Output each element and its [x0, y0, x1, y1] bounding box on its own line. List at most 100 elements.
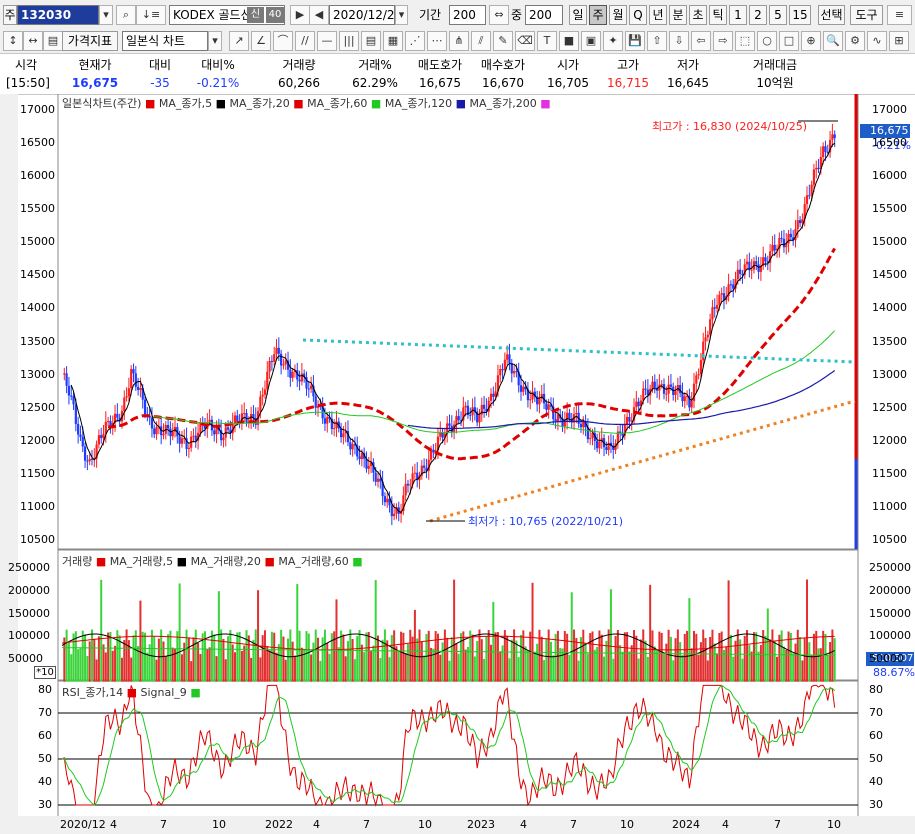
volume-bar: [130, 657, 133, 682]
prev-arrow-icon[interactable]: ◀: [309, 5, 329, 25]
period-button-2[interactable]: 월: [609, 5, 627, 25]
period-button-0[interactable]: 일: [569, 5, 587, 25]
rectangle-icon[interactable]: □: [779, 31, 799, 51]
volume-bar: [697, 655, 700, 682]
down-arrow-icon[interactable]: ⇩: [669, 31, 689, 51]
period-button-3[interactable]: Q: [629, 5, 647, 25]
candle-body: [409, 484, 412, 486]
candle-body: [789, 233, 792, 238]
pen-icon[interactable]: ✎: [493, 31, 513, 51]
channel-tool-icon[interactable]: //: [295, 31, 315, 51]
palette-icon[interactable]: ■: [559, 31, 579, 51]
volume-bar: [81, 630, 84, 682]
chart-type-select[interactable]: 일본식 차트: [122, 31, 208, 51]
date-dropdown-icon[interactable]: ▾: [395, 5, 408, 25]
sort-icon[interactable]: ↓≡: [136, 5, 166, 25]
next-arrow-icon[interactable]: ▶: [290, 5, 310, 25]
candle-body: [782, 238, 786, 248]
gann-icon[interactable]: ⋰: [405, 31, 425, 51]
candle-body: [506, 354, 509, 360]
volume-bar: [420, 641, 423, 682]
volume-bar: [97, 636, 100, 682]
text-tool-icon[interactable]: T: [537, 31, 557, 51]
line-tool-icon[interactable]: ↗: [229, 31, 249, 51]
period-button-10[interactable]: 5: [769, 5, 787, 25]
period-input[interactable]: 200: [449, 5, 486, 25]
period-button-8[interactable]: 1: [729, 5, 747, 25]
more-button[interactable]: 선택: [818, 5, 845, 25]
candle-body: [482, 404, 486, 409]
tools-button[interactable]: 도구: [850, 5, 883, 25]
price-panel: [57, 94, 859, 550]
up-arrow-icon[interactable]: ⇧: [647, 31, 667, 51]
price-chart[interactable]: [0, 94, 915, 834]
volume-bar: [769, 639, 772, 682]
memo-icon[interactable]: ▣: [581, 31, 601, 51]
volume-bar: [393, 630, 396, 682]
horizontal-line-icon[interactable]: —: [317, 31, 337, 51]
date-input[interactable]: 2020/12/28: [329, 5, 395, 25]
eraser-icon[interactable]: ⌫: [515, 31, 535, 51]
settings-icon[interactable]: ⚙: [845, 31, 865, 51]
cursor-icon[interactable]: ↕: [3, 31, 23, 51]
period-button-9[interactable]: 2: [749, 5, 767, 25]
period-button-5[interactable]: 분: [669, 5, 687, 25]
stamp-icon[interactable]: ✦: [603, 31, 623, 51]
candle-body: [690, 400, 693, 408]
volume-bar: [376, 635, 379, 682]
volume-bar: [210, 630, 213, 682]
pitchfork-icon[interactable]: ⋔: [449, 31, 469, 51]
candle-body: [259, 396, 262, 412]
price-right-tick-11: 11500: [872, 466, 907, 480]
vertical-line-icon[interactable]: |||: [339, 31, 359, 51]
left-arrow-icon[interactable]: ⇦: [691, 31, 711, 51]
right-arrow-icon[interactable]: ⇨: [713, 31, 733, 51]
code-input[interactable]: 132030: [17, 5, 99, 25]
candle-body: [236, 415, 239, 422]
candle-body: [732, 284, 735, 289]
indicator-list-icon[interactable]: ▤: [43, 31, 63, 51]
grid-icon[interactable]: ▦: [383, 31, 403, 51]
count-input[interactable]: 200: [525, 5, 563, 25]
candle-body: [529, 399, 532, 401]
circle-icon[interactable]: ○: [757, 31, 777, 51]
legend-volume: 거래량: [62, 555, 93, 568]
volume-bar: [67, 642, 70, 682]
candle-body: [715, 305, 719, 309]
cycle-icon[interactable]: ⋯: [427, 31, 447, 51]
compress-icon[interactable]: ⇔: [489, 5, 509, 25]
candle-body: [596, 440, 599, 449]
market-label[interactable]: 주: [3, 5, 17, 25]
volume-bar: [167, 634, 170, 682]
arc-tool-icon[interactable]: ⌒: [273, 31, 293, 51]
candle-body: [263, 389, 267, 395]
menu-icon[interactable]: ≡: [887, 5, 912, 25]
save-icon[interactable]: 💾: [625, 31, 645, 51]
zoom-icon[interactable]: ⊕: [801, 31, 821, 51]
period-button-6[interactable]: 초: [689, 5, 707, 25]
volume-bar: [533, 653, 536, 682]
candle-body: [277, 347, 280, 354]
magnify-icon[interactable]: 🔍: [823, 31, 843, 51]
candle-body: [547, 404, 550, 410]
chart-type-dropdown-icon[interactable]: ▾: [208, 31, 222, 51]
search-icon[interactable]: ⌕: [116, 5, 136, 25]
ruler-icon[interactable]: ⊞: [889, 31, 909, 51]
volume-bar: [65, 629, 68, 682]
period-button-1[interactable]: 주: [589, 5, 607, 25]
period-button-11[interactable]: 15: [789, 5, 811, 25]
candle-body: [70, 395, 73, 397]
speed-line-icon[interactable]: ⫽: [471, 31, 491, 51]
period-button-7[interactable]: 틱: [709, 5, 727, 25]
period-button-4[interactable]: 년: [649, 5, 667, 25]
code-dropdown-icon[interactable]: ▾: [99, 5, 113, 25]
fibonacci-icon[interactable]: ▤: [361, 31, 381, 51]
ray-tool-icon[interactable]: ∠: [251, 31, 271, 51]
fill-icon[interactable]: ⬚: [735, 31, 755, 51]
scroll-icon[interactable]: ↔: [23, 31, 43, 51]
wave-icon[interactable]: ∿: [867, 31, 887, 51]
volume-bar: [268, 650, 271, 682]
volume-bar: [646, 656, 649, 682]
candle-body: [139, 388, 142, 390]
price-indicator-button[interactable]: 가격지표: [62, 31, 118, 51]
